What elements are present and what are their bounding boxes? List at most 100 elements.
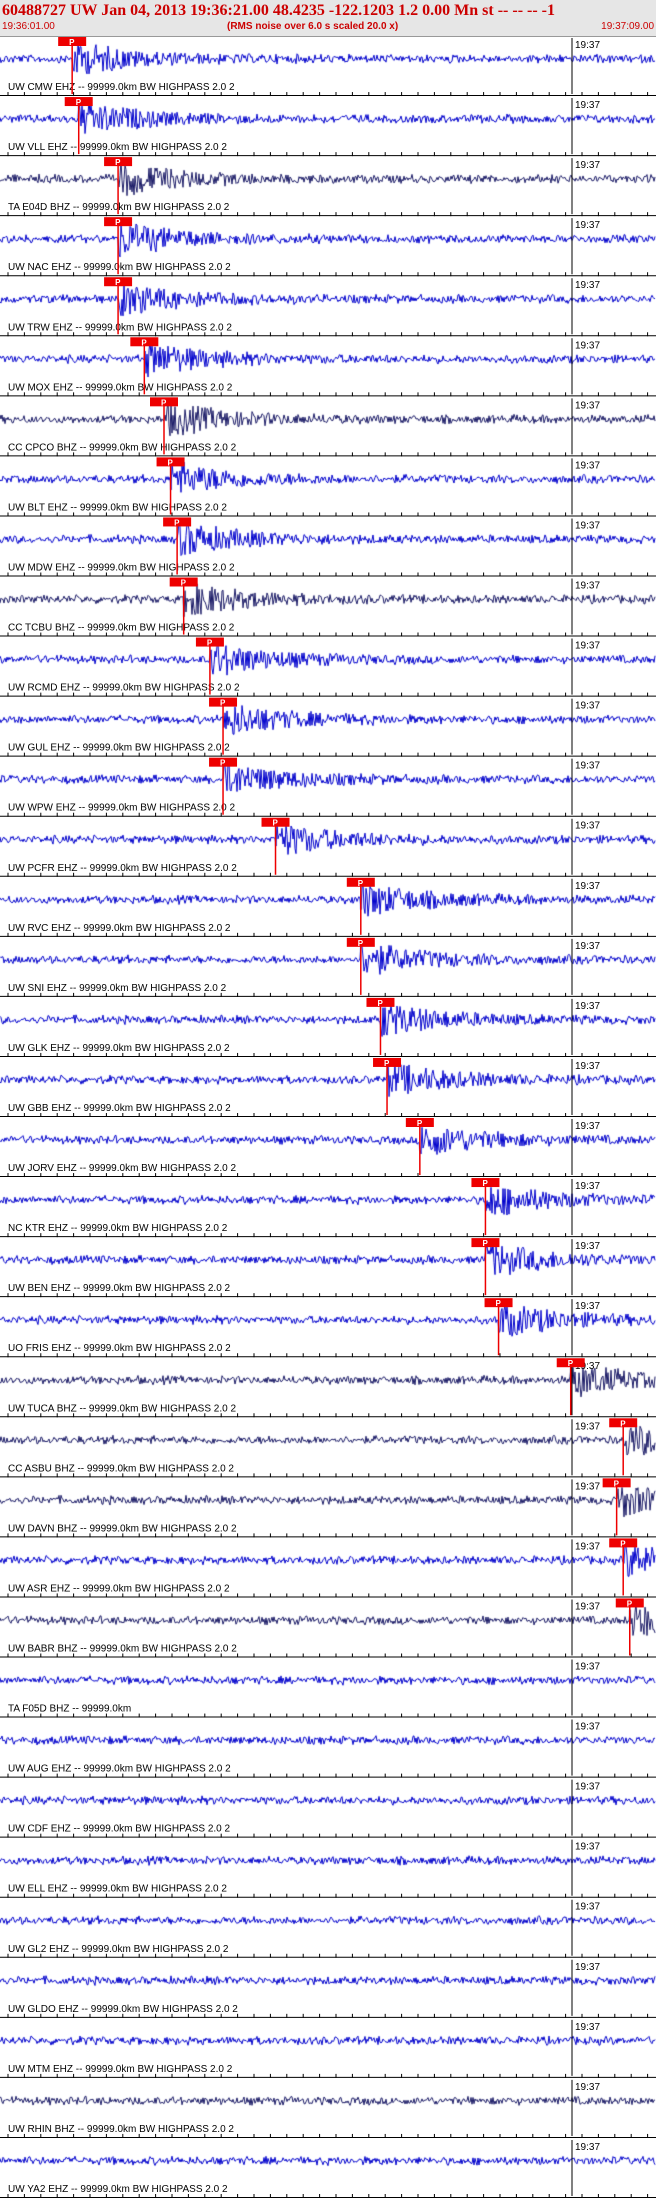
pick-label: P — [168, 458, 174, 467]
pick-label: P — [220, 759, 226, 768]
trace-label: UW CDF EHZ -- 99999.0km BW HIGHPASS 2.0 … — [8, 1824, 231, 1835]
record-header: 60488727 UW Jan 04, 2013 19:36:21.00 48.… — [0, 0, 656, 37]
minute-mark-label: 19:37 — [575, 1241, 600, 1252]
trace-label: UW GLDO EHZ -- 99999.0km BW HIGHPASS 2.0… — [8, 2004, 238, 2015]
trace-label: UW MTM EHZ -- 99999.0km BW HIGHPASS 2.0 … — [8, 2064, 233, 2075]
minute-mark-label: 19:37 — [575, 1481, 600, 1492]
trace-label: UW YA2 EHZ -- 99999.0km BW HIGHPASS 2.0 … — [8, 2184, 228, 2195]
minute-mark-label: 19:37 — [575, 100, 600, 111]
minute-mark-label: 19:37 — [575, 220, 600, 231]
pick-label: P — [115, 158, 121, 167]
pick-label: P — [620, 1419, 626, 1428]
trace-label: UW TRW EHZ -- 99999.0km BW HIGHPASS 2.0 … — [8, 322, 232, 333]
pick-label: P — [161, 398, 167, 407]
trace-label: UW PCFR EHZ -- 99999.0km BW HIGHPASS 2.0… — [8, 863, 237, 874]
minute-mark-label: 19:37 — [575, 2022, 600, 2033]
minute-mark-label: 19:37 — [575, 1061, 600, 1072]
trace-label: UW MOX EHZ -- 99999.0km BW HIGHPASS 2.0 … — [8, 382, 233, 393]
trace-label: UW ASR EHZ -- 99999.0km BW HIGHPASS 2.0 … — [8, 1583, 230, 1594]
pick-label: P — [76, 98, 82, 107]
pick-label: P — [115, 218, 121, 227]
trace-label: UW SNI EHZ -- 99999.0km BW HIGHPASS 2.0 … — [8, 983, 227, 994]
pick-label: P — [358, 939, 364, 948]
minute-mark-label: 19:37 — [575, 1962, 600, 1973]
minute-mark-label: 19:37 — [575, 2082, 600, 2093]
trace-label: UO FRIS EHZ -- 99999.0km BW HIGHPASS 2.0… — [8, 1343, 231, 1354]
minute-mark-label: 19:37 — [575, 40, 600, 51]
pick-label: P — [181, 579, 187, 588]
minute-mark-label: 19:37 — [575, 1301, 600, 1312]
trace-label: UW JORV EHZ -- 99999.0km BW HIGHPASS 2.0… — [8, 1163, 236, 1174]
pick-label: P — [220, 699, 226, 708]
trace-label: UW BEN EHZ -- 99999.0km BW HIGHPASS 2.0 … — [8, 1283, 231, 1294]
trace-label: UW NAC EHZ -- 99999.0km BW HIGHPASS 2.0 … — [8, 262, 231, 273]
trace-label: CC CPCO BHZ -- 99999.0km BW HIGHPASS 2.0… — [8, 442, 237, 453]
minute-mark-label: 19:37 — [575, 400, 600, 411]
seismogram-plot: 19:37 UW CMW EHZ -- 99999.0km BW HIGHPASS… — [0, 37, 656, 2198]
trace-label: UW GLK EHZ -- 99999.0km BW HIGHPASS 2.0 … — [8, 1043, 230, 1054]
pick-label: P — [273, 819, 279, 828]
trace-label: UW DAVN BHZ -- 99999.0km BW HIGHPASS 2.0… — [8, 1523, 237, 1534]
minute-mark-label: 19:37 — [575, 641, 600, 652]
pick-label: P — [568, 1359, 574, 1368]
trace-label: UW MDW EHZ -- 99999.0km BW HIGHPASS 2.0 … — [8, 563, 235, 574]
pick-label: P — [482, 1239, 488, 1248]
minute-mark-label: 19:37 — [575, 1842, 600, 1853]
minute-mark-label: 19:37 — [575, 1001, 600, 1012]
minute-mark-label: 19:37 — [575, 1541, 600, 1552]
trace-label: CC ASBU BHZ -- 99999.0km BW HIGHPASS 2.0… — [8, 1463, 234, 1474]
pick-label: P — [69, 38, 75, 47]
pick-label: P — [496, 1299, 502, 1308]
pick-label: P — [115, 278, 121, 287]
pick-label: P — [417, 1119, 423, 1128]
minute-mark-label: 19:37 — [575, 2142, 600, 2153]
trace-label: UW RCMD EHZ -- 99999.0km BW HIGHPASS 2.0… — [8, 683, 240, 694]
pick-label: P — [627, 1599, 633, 1608]
pick-label: P — [358, 879, 364, 888]
pick-label: P — [377, 999, 383, 1008]
minute-mark-label: 19:37 — [575, 1601, 600, 1612]
pick-label: P — [384, 1059, 390, 1068]
pick-label: P — [207, 639, 213, 648]
start-time: 19:36:01.00 — [2, 21, 55, 32]
trace-label: UW BLT EHZ -- 99999.0km BW HIGHPASS 2.0 … — [8, 502, 227, 513]
trace-label: UW GBB EHZ -- 99999.0km BW HIGHPASS 2.0 … — [8, 1103, 231, 1114]
minute-mark-label: 19:37 — [575, 1181, 600, 1192]
trace-label: UW GL2 EHZ -- 99999.0km BW HIGHPASS 2.0 … — [8, 1944, 229, 1955]
trace-label: UW BABR BHZ -- 99999.0km BW HIGHPASS 2.0… — [8, 1644, 237, 1655]
trace-label: UW RHIN BHZ -- 99999.0km BW HIGHPASS 2.0… — [8, 2124, 234, 2135]
minute-mark-label: 19:37 — [575, 160, 600, 171]
event-title: 60488727 UW Jan 04, 2013 19:36:21.00 48.… — [2, 2, 555, 19]
minute-mark-label: 19:37 — [575, 340, 600, 351]
trace-label: TA E04D BHZ -- 99999.0km BW HIGHPASS 2.0… — [8, 202, 230, 213]
trace-label: UW AUG EHZ -- 99999.0km BW HIGHPASS 2.0 … — [8, 1764, 231, 1775]
minute-mark-label: 19:37 — [575, 941, 600, 952]
minute-mark-label: 19:37 — [575, 1662, 600, 1673]
minute-mark-label: 19:37 — [575, 1902, 600, 1913]
trace-label: UW VLL EHZ -- 99999.0km BW HIGHPASS 2.0 … — [8, 142, 227, 153]
minute-mark-label: 19:37 — [575, 701, 600, 712]
pick-label: P — [614, 1479, 620, 1488]
minute-mark-label: 19:37 — [575, 1722, 600, 1733]
minute-mark-label: 19:37 — [575, 1121, 600, 1132]
minute-mark-label: 19:37 — [575, 581, 600, 592]
scaling-note: (RMS noise over 6.0 s scaled 20.0 x) — [227, 21, 399, 32]
pick-label: P — [141, 338, 147, 347]
trace-label: UW TUCA BHZ -- 99999.0km BW HIGHPASS 2.0… — [8, 1403, 236, 1414]
minute-mark-label: 19:37 — [575, 520, 600, 531]
trace-label: UW ELL EHZ -- 99999.0km BW HIGHPASS 2.0 … — [8, 1884, 227, 1895]
trace-label: UW WPW EHZ -- 99999.0km BW HIGHPASS 2.0 … — [8, 803, 236, 814]
minute-mark-label: 19:37 — [575, 280, 600, 291]
end-time: 19:37:09.00 — [601, 21, 654, 32]
pick-label: P — [174, 518, 180, 527]
pick-label: P — [482, 1179, 488, 1188]
trace-label: UW GUL EHZ -- 99999.0km BW HIGHPASS 2.0 … — [8, 743, 230, 754]
minute-mark-label: 19:37 — [575, 821, 600, 832]
trace-label: UW RVC EHZ -- 99999.0km BW HIGHPASS 2.0 … — [8, 923, 231, 934]
minute-mark-label: 19:37 — [575, 460, 600, 471]
pick-label: P — [620, 1539, 626, 1548]
minute-mark-label: 19:37 — [575, 1421, 600, 1432]
minute-mark-label: 19:37 — [575, 761, 600, 772]
trace-label: CC TCBU BHZ -- 99999.0km BW HIGHPASS 2.0… — [8, 623, 235, 634]
minute-mark-label: 19:37 — [575, 1782, 600, 1793]
